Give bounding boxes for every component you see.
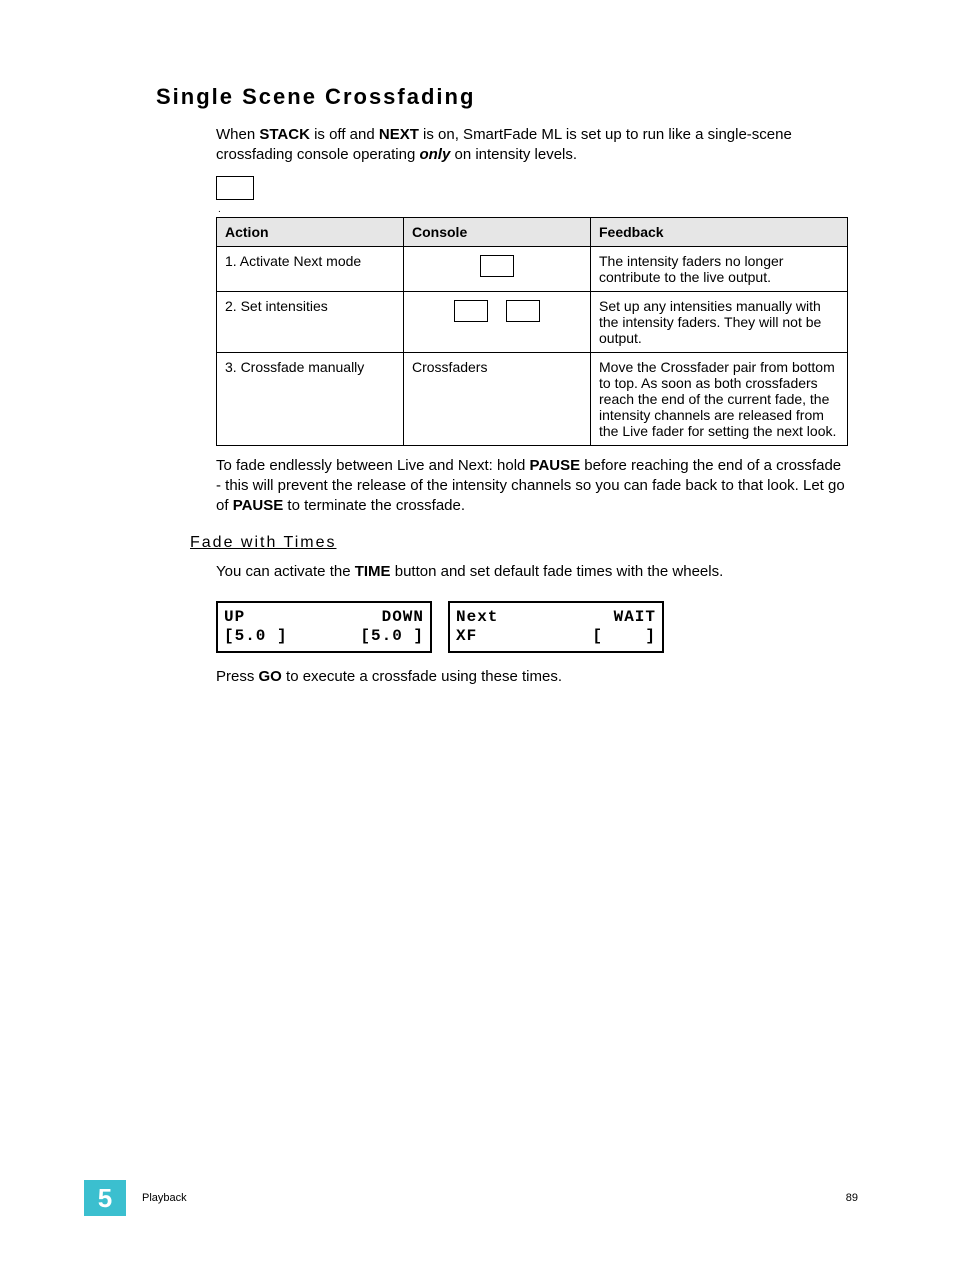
lcd-text: UP xyxy=(224,608,245,626)
lcd-displays: UP DOWN [5.0 ] [5.0 ] Next WAIT XF [ ] xyxy=(216,601,848,653)
cell-feedback: Move the Crossfader pair from bottom to … xyxy=(591,352,848,445)
cell-feedback: Set up any intensities manually with the… xyxy=(591,291,848,352)
button-icon xyxy=(480,255,514,277)
th-action: Action xyxy=(217,217,404,246)
next-bold: NEXT xyxy=(379,126,419,143)
table-row: 2. Set intensities Set up any intensitie… xyxy=(217,291,848,352)
cell-console xyxy=(404,291,591,352)
th-console: Console xyxy=(404,217,591,246)
text: When xyxy=(216,126,259,143)
lcd-display-1: UP DOWN [5.0 ] [5.0 ] xyxy=(216,601,432,653)
button-icon xyxy=(454,300,488,322)
lcd-text: XF xyxy=(456,627,477,645)
cell-action: 2. Set intensities xyxy=(217,291,404,352)
cell-action: 1. Activate Next mode xyxy=(217,246,404,291)
lcd-text: [5.0 ] xyxy=(360,627,424,645)
text: is off and xyxy=(310,126,379,143)
cell-action: 3. Crossfade manually xyxy=(217,352,404,445)
section-heading: Single Scene Crossfading xyxy=(156,84,858,110)
procedure-table: Action Console Feedback 1. Activate Next… xyxy=(216,217,848,446)
lcd-text: Next xyxy=(456,608,498,626)
footnote-dot: . xyxy=(218,207,848,213)
text: To fade endlessly between Live and Next:… xyxy=(216,457,530,474)
text: button and set default fade times with t… xyxy=(391,563,724,580)
time-bold: TIME xyxy=(355,563,391,580)
text: to execute a crossfade using these times… xyxy=(282,668,562,685)
text: Press xyxy=(216,668,259,685)
table-row: 1. Activate Next mode The intensity fade… xyxy=(217,246,848,291)
cell-console: Crossfaders xyxy=(404,352,591,445)
lcd-text: [5.0 ] xyxy=(224,627,288,645)
fade-intro-paragraph: You can activate the TIME button and set… xyxy=(216,562,848,582)
pause-bold: PAUSE xyxy=(233,497,284,514)
chapter-number-box: 5 xyxy=(84,1180,126,1216)
lcd-display-2: Next WAIT XF [ ] xyxy=(448,601,664,653)
footer-title: Playback xyxy=(142,1192,846,1204)
text: to terminate the crossfade. xyxy=(283,497,465,514)
cell-feedback: The intensity faders no longer contribut… xyxy=(591,246,848,291)
lcd-text: DOWN xyxy=(382,608,424,626)
table-row: 3. Crossfade manually Crossfaders Move t… xyxy=(217,352,848,445)
subsection-heading: Fade with Times xyxy=(190,534,858,552)
button-icon xyxy=(506,300,540,322)
go-paragraph: Press GO to execute a crossfade using th… xyxy=(216,667,848,687)
text: You can activate the xyxy=(216,563,355,580)
go-bold: GO xyxy=(259,668,282,685)
page-footer: 5 Playback 89 xyxy=(84,1180,858,1216)
th-feedback: Feedback xyxy=(591,217,848,246)
button-icon xyxy=(216,176,254,200)
only-italic: only xyxy=(419,146,450,163)
cell-console xyxy=(404,246,591,291)
after-table-paragraph: To fade endlessly between Live and Next:… xyxy=(216,456,848,517)
lcd-text: WAIT xyxy=(614,608,656,626)
intro-paragraph: When STACK is off and NEXT is on, SmartF… xyxy=(216,125,848,166)
stack-bold: STACK xyxy=(259,126,310,143)
lcd-text: [ ] xyxy=(592,627,656,645)
footer-page-number: 89 xyxy=(846,1192,858,1204)
text: on intensity levels. xyxy=(450,146,577,163)
button-graphic-row xyxy=(216,176,848,205)
pause-bold: PAUSE xyxy=(530,457,581,474)
